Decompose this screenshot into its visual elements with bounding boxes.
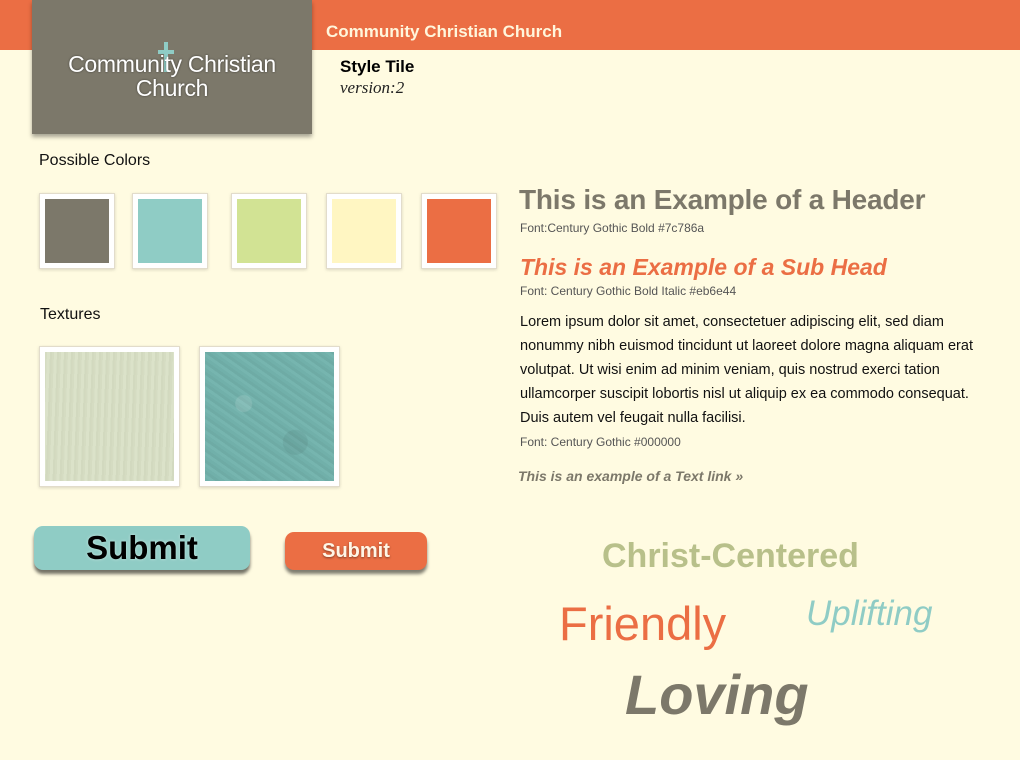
adjective-loving: Loving — [625, 663, 809, 726]
submit-button-small[interactable]: Submit — [285, 532, 427, 570]
style-tile-label: Style Tile — [340, 57, 415, 76]
logo-line-2: Church — [135, 75, 209, 101]
subhead-font-note: Font: Century Gothic Bold Italic #eb6e44 — [520, 284, 737, 298]
adjective-friendly: Friendly — [559, 597, 727, 650]
submit-button-large[interactable]: Submit — [34, 526, 250, 570]
color-swatch-teal — [132, 193, 208, 269]
texture-swatch-teal-stucco — [199, 346, 340, 487]
body-text-example: Lorem ipsum dolor sit amet, consectetuer… — [520, 314, 973, 426]
adjective-christ-centered: Christ-Centered — [602, 537, 859, 575]
color-swatch-green — [231, 193, 307, 269]
logo-text: Community Christian Church — [32, 52, 312, 100]
color-swatch-orange — [421, 193, 497, 269]
site-title: Community Christian Church — [326, 22, 563, 41]
adjective-uplifting: Uplifting — [806, 594, 933, 633]
body-font-note: Font: Century Gothic #000000 — [520, 435, 681, 449]
logo-line-1: Community Christian — [68, 51, 276, 77]
textures-heading: Textures — [40, 306, 101, 323]
possible-colors-heading: Possible Colors — [39, 152, 151, 169]
color-swatch-cream — [326, 193, 402, 269]
church-logo: Community Christian Church — [32, 0, 312, 134]
color-swatch-gray — [39, 193, 115, 269]
subhead-example: This is an Example of a Sub Head — [520, 254, 887, 280]
header-font-note: Font:Century Gothic Bold #7c786a — [520, 221, 705, 235]
header-example: This is an Example of a Header — [519, 184, 926, 215]
text-link-example[interactable]: This is an example of a Text link » — [518, 468, 743, 484]
version-label: version:2 — [340, 78, 405, 97]
texture-swatch-green-paper — [39, 346, 180, 487]
